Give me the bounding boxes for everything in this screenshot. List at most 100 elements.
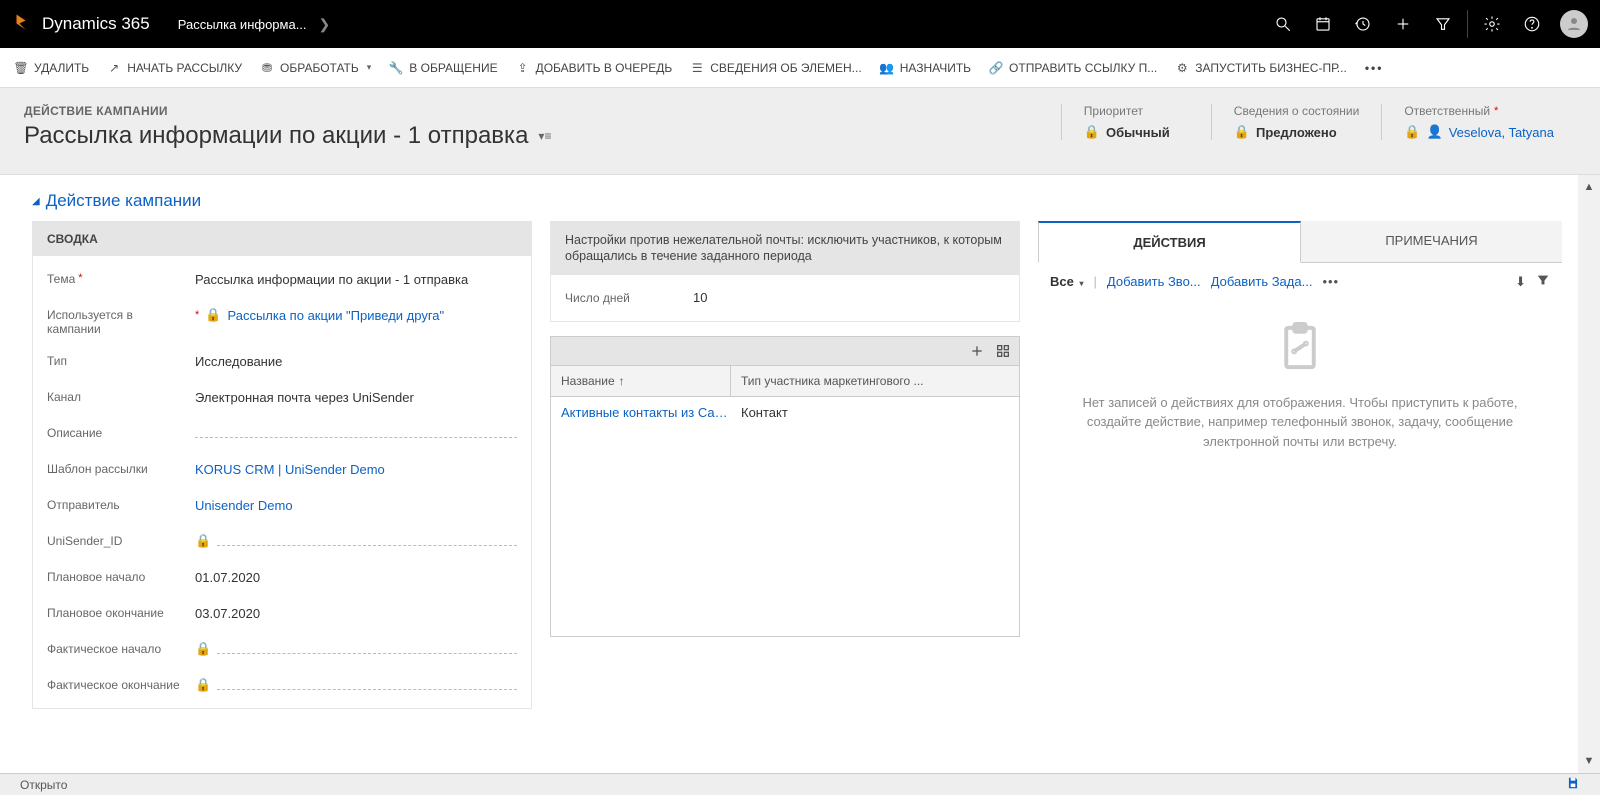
status-value[interactable]: Предложено bbox=[1256, 125, 1337, 140]
clipboard-icon bbox=[1275, 320, 1325, 375]
summary-panel: СВОДКА Тема* Рассылка информации по акци… bbox=[32, 221, 532, 709]
activities-empty-state: Нет записей о действиях для отображения.… bbox=[1038, 300, 1562, 471]
cmd-queue-label: ДОБАВИТЬ В ОЧЕРЕДЬ bbox=[536, 61, 673, 75]
cmd-process-label: ОБРАБОТАТЬ bbox=[280, 61, 359, 75]
cmd-add-queue[interactable]: ⇪ ДОБАВИТЬ В ОЧЕРЕДЬ bbox=[516, 61, 673, 75]
cmd-delete-label: УДАЛИТЬ bbox=[34, 61, 89, 75]
cmd-start-mailing[interactable]: ↗ НАЧАТЬ РАССЫЛКУ bbox=[107, 61, 242, 75]
flow-icon: ⚙ bbox=[1175, 61, 1189, 75]
add-call-link[interactable]: Добавить Зво... bbox=[1107, 274, 1201, 289]
days-value[interactable]: 10 bbox=[693, 287, 1005, 309]
sender-value[interactable]: Unisender Demo bbox=[195, 494, 517, 516]
priority-value[interactable]: Обычный bbox=[1106, 125, 1170, 140]
funnel-icon[interactable] bbox=[1536, 273, 1550, 290]
help-icon[interactable] bbox=[1512, 0, 1552, 48]
campaign-value[interactable]: Рассылка по акции "Приведи друга" bbox=[227, 308, 444, 323]
actual-start-label: Фактическое начало bbox=[47, 638, 187, 656]
subgrid-row-name[interactable]: Активные контакты из Санк... bbox=[561, 405, 741, 420]
subgrid-col-type[interactable]: Тип участника маркетингового ... bbox=[731, 366, 1019, 396]
title-menu-icon[interactable]: ▾≡ bbox=[538, 129, 551, 143]
activities-toolbar: Все ▾ | Добавить Зво... Добавить Зада...… bbox=[1038, 263, 1562, 300]
cmd-info-label: СВЕДЕНИЯ ОБ ЭЛЕМЕН... bbox=[710, 61, 861, 75]
unisenderid-value[interactable]: 🔒 bbox=[195, 530, 517, 552]
lock-icon: 🔒 bbox=[195, 677, 211, 693]
owner-value[interactable]: Veselova, Tatyana bbox=[1449, 125, 1554, 140]
header-priority: Приоритет 🔒Обычный bbox=[1061, 104, 1211, 140]
vertical-scrollbar[interactable]: ▲ ▼ bbox=[1578, 175, 1600, 773]
cmd-delete[interactable]: 🗑 УДАЛИТЬ bbox=[14, 61, 89, 75]
expand-down-icon[interactable]: ⬇ bbox=[1515, 274, 1526, 290]
tab-activities[interactable]: ДЕЙСТВИЯ bbox=[1038, 221, 1301, 263]
add-task-link[interactable]: Добавить Зада... bbox=[1211, 274, 1313, 289]
section-title: Действие кампании bbox=[46, 191, 201, 211]
cmd-link-label: ОТПРАВИТЬ ССЫЛКУ П... bbox=[1009, 61, 1157, 75]
save-icon[interactable] bbox=[1566, 776, 1580, 793]
nav-divider bbox=[1467, 10, 1468, 38]
cmd-process[interactable]: ⛃ОБРАБОТАТЬ▾ bbox=[260, 61, 371, 75]
required-icon: * bbox=[195, 309, 199, 321]
settings-icon[interactable] bbox=[1472, 0, 1512, 48]
recent-icon[interactable] bbox=[1343, 0, 1383, 48]
add-record-icon[interactable] bbox=[969, 343, 985, 359]
planned-end-value[interactable]: 03.07.2020 bbox=[195, 602, 517, 624]
channel-value[interactable]: Электронная почта через UniSender bbox=[195, 386, 517, 408]
activities-more[interactable]: ••• bbox=[1322, 274, 1339, 289]
cmd-send-link[interactable]: 🔗 ОТПРАВИТЬ ССЫЛКУ П... bbox=[989, 61, 1157, 75]
search-icon[interactable] bbox=[1263, 0, 1303, 48]
user-avatar[interactable] bbox=[1560, 10, 1588, 38]
antispam-head: Настройки против нежелательной почты: ис… bbox=[551, 222, 1019, 275]
cmd-to-case[interactable]: 🔧В ОБРАЩЕНИЕ bbox=[389, 61, 497, 75]
wrench-icon: 🔧 bbox=[389, 61, 403, 75]
subgrid-row[interactable]: Активные контакты из Санк... Контакт bbox=[551, 397, 1019, 428]
channel-label: Канал bbox=[47, 386, 187, 404]
planned-start-value[interactable]: 01.07.2020 bbox=[195, 566, 517, 588]
toolbar-separator: | bbox=[1094, 274, 1097, 289]
sort-asc-icon: ↑ bbox=[619, 374, 625, 388]
cmd-more[interactable]: ••• bbox=[1365, 61, 1384, 75]
user-icon: 👤 bbox=[1427, 124, 1443, 140]
unisenderid-label: UniSender_ID bbox=[47, 530, 187, 548]
tab-notes[interactable]: ПРИМЕЧАНИЯ bbox=[1301, 221, 1562, 262]
actual-start-value[interactable]: 🔒 bbox=[195, 638, 517, 660]
cmd-run-bp[interactable]: ⚙ЗАПУСТИТЬ БИЗНЕС-ПР... bbox=[1175, 61, 1347, 75]
subject-label: Тема bbox=[47, 272, 75, 286]
desc-label: Описание bbox=[47, 422, 187, 440]
lock-icon: 🔒 bbox=[205, 307, 221, 323]
breadcrumb-current[interactable]: Рассылка информа... bbox=[170, 17, 315, 32]
add-icon[interactable] bbox=[1383, 0, 1423, 48]
cmd-assign[interactable]: 👥НАЗНАЧИТЬ bbox=[880, 61, 971, 75]
trash-icon: 🗑 bbox=[14, 61, 28, 75]
grid-view-icon[interactable] bbox=[995, 343, 1011, 359]
actual-end-value[interactable]: 🔒 bbox=[195, 674, 517, 696]
page-title: Рассылка информации по акции - 1 отправк… bbox=[24, 122, 528, 150]
assign-icon: 👥 bbox=[880, 61, 894, 75]
lock-icon: 🔒 bbox=[1084, 124, 1100, 140]
scroll-down-icon[interactable]: ▼ bbox=[1584, 755, 1595, 767]
page-header: ДЕЙСТВИЕ КАМПАНИИ Рассылка информации по… bbox=[0, 88, 1600, 175]
task-icon[interactable] bbox=[1303, 0, 1343, 48]
activities-filter-all[interactable]: Все ▾ bbox=[1050, 274, 1084, 289]
subject-value[interactable]: Рассылка информации по акции - 1 отправк… bbox=[195, 268, 517, 290]
caret-down-icon: ▾ bbox=[1079, 279, 1083, 288]
cmd-item-info[interactable]: ☰СВЕДЕНИЯ ОБ ЭЛЕМЕН... bbox=[690, 61, 861, 75]
chevron-right-icon[interactable]: ❯ bbox=[315, 16, 335, 33]
send-icon: ↗ bbox=[107, 61, 121, 75]
section-campaign-activity[interactable]: ◢ Действие кампании bbox=[32, 185, 1562, 221]
status-label: Сведения о состоянии bbox=[1234, 104, 1360, 118]
link-icon: 🔗 bbox=[989, 61, 1003, 75]
type-label: Тип bbox=[47, 350, 187, 368]
header-owner: Ответственный* 🔒👤Veselova, Tatyana bbox=[1381, 104, 1576, 140]
scroll-up-icon[interactable]: ▲ bbox=[1584, 181, 1595, 193]
subgrid-col-name[interactable]: Название↑ bbox=[551, 366, 731, 396]
template-label: Шаблон рассылки bbox=[47, 458, 187, 476]
desc-value[interactable] bbox=[195, 422, 517, 444]
filter-icon[interactable] bbox=[1423, 0, 1463, 48]
brand-label: Dynamics 365 bbox=[42, 14, 150, 34]
entity-eyebrow: ДЕЙСТВИЕ КАМПАНИИ bbox=[24, 104, 1041, 118]
queue-icon: ⇪ bbox=[516, 61, 530, 75]
template-value[interactable]: KORUS CRM | UniSender Demo bbox=[195, 458, 517, 480]
days-label: Число дней bbox=[565, 287, 685, 305]
type-value[interactable]: Исследование bbox=[195, 350, 517, 372]
cmd-start-label: НАЧАТЬ РАССЫЛКУ bbox=[127, 61, 242, 75]
caret-down-icon: ▾ bbox=[367, 62, 372, 73]
